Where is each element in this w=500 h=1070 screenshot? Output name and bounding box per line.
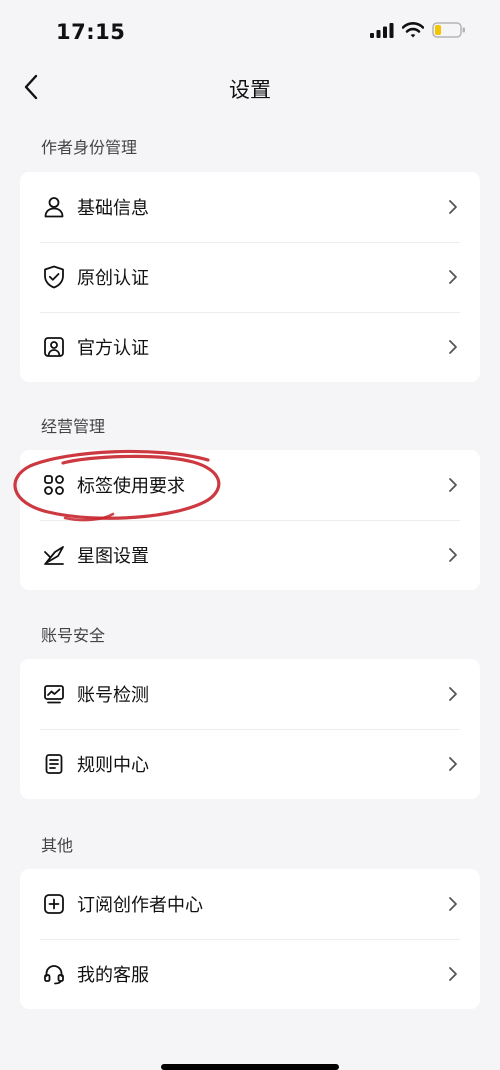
plus-square-icon bbox=[42, 892, 66, 916]
grid-icon bbox=[42, 473, 66, 497]
chevron-right-icon bbox=[446, 755, 460, 773]
page-title: 设置 bbox=[229, 78, 271, 102]
settings-item-official-cert[interactable]: 官方认证 bbox=[20, 312, 480, 382]
status-time: 17:15 bbox=[56, 20, 126, 44]
section-label-security: 账号安全 bbox=[41, 626, 106, 645]
status-icons bbox=[370, 22, 466, 42]
settings-item-label: 基础信息 bbox=[77, 198, 149, 219]
status-bar: 17:15 bbox=[0, 0, 500, 64]
section-label-identity: 作者身份管理 bbox=[41, 138, 138, 157]
chevron-right-icon bbox=[446, 965, 460, 983]
badge-portrait-icon bbox=[42, 335, 66, 359]
card-security: 账号检测 规则中心 bbox=[20, 659, 480, 799]
user-icon bbox=[42, 195, 66, 219]
settings-item-label: 星图设置 bbox=[77, 546, 149, 567]
chevron-right-icon bbox=[446, 338, 460, 356]
section-label-other: 其他 bbox=[41, 836, 74, 855]
settings-item-subscribe-creator[interactable]: 订阅创作者中心 bbox=[20, 869, 480, 939]
chevron-right-icon bbox=[446, 268, 460, 286]
settings-item-label: 官方认证 bbox=[77, 338, 149, 359]
settings-item-label: 我的客服 bbox=[77, 965, 149, 986]
document-icon bbox=[42, 752, 66, 776]
chevron-right-icon bbox=[446, 198, 460, 216]
headset-icon bbox=[42, 962, 66, 986]
cellular-signal-icon bbox=[370, 22, 394, 42]
battery-icon bbox=[432, 22, 466, 42]
monitor-chart-icon bbox=[42, 682, 66, 706]
wifi-icon bbox=[401, 22, 425, 42]
settings-item-label: 账号检测 bbox=[77, 685, 149, 706]
settings-item-label: 标签使用要求 bbox=[77, 476, 185, 497]
card-business: 标签使用要求 星图设置 bbox=[20, 450, 480, 590]
settings-item-label: 规则中心 bbox=[77, 755, 149, 776]
settings-item-customer-service[interactable]: 我的客服 bbox=[20, 939, 480, 1009]
chevron-right-icon bbox=[446, 476, 460, 494]
card-identity: 基础信息 原创认证 官方认证 bbox=[20, 172, 480, 382]
home-indicator bbox=[161, 1064, 339, 1070]
settings-item-account-check[interactable]: 账号检测 bbox=[20, 659, 480, 729]
settings-item-label: 原创认证 bbox=[77, 268, 149, 289]
chevron-right-icon bbox=[446, 685, 460, 703]
settings-item-original-cert[interactable]: 原创认证 bbox=[20, 242, 480, 312]
chevron-right-icon bbox=[446, 895, 460, 913]
card-other: 订阅创作者中心 我的客服 bbox=[20, 869, 480, 1009]
satellite-icon bbox=[42, 543, 66, 567]
chevron-right-icon bbox=[446, 546, 460, 564]
section-label-business: 经营管理 bbox=[41, 417, 106, 436]
navigation-bar: 设置 bbox=[0, 64, 500, 114]
settings-item-label: 订阅创作者中心 bbox=[77, 895, 203, 916]
settings-item-rules-center[interactable]: 规则中心 bbox=[20, 729, 480, 799]
settings-item-xingtu[interactable]: 星图设置 bbox=[20, 520, 480, 590]
shield-check-icon bbox=[42, 265, 66, 289]
settings-item-tag-usage[interactable]: 标签使用要求 bbox=[20, 450, 480, 520]
settings-item-basic-info[interactable]: 基础信息 bbox=[20, 172, 480, 242]
